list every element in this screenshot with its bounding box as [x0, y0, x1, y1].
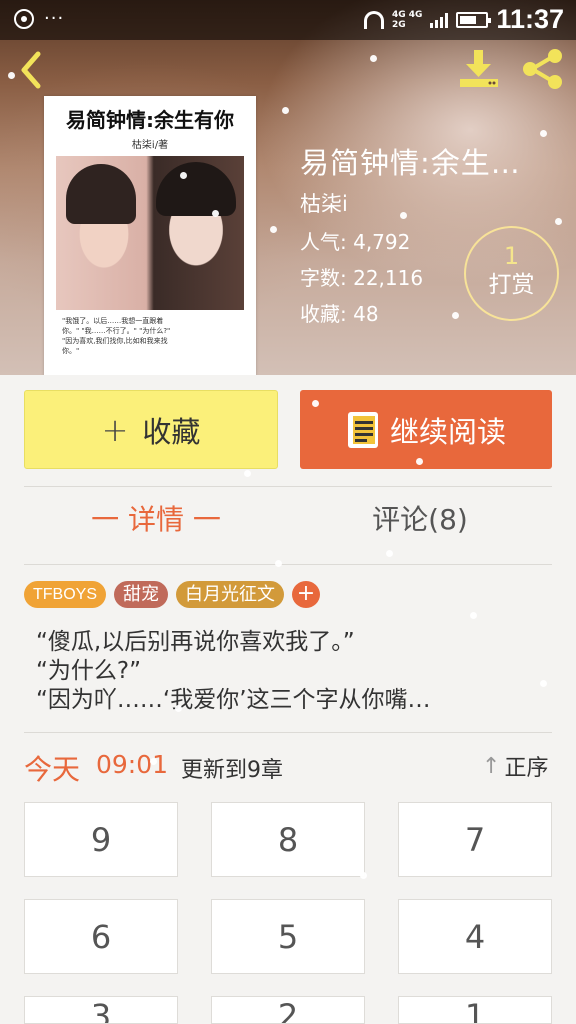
continue-reading-label: 继续阅读	[389, 414, 506, 449]
notification-icon	[14, 9, 34, 29]
arrow-up-icon: ↑	[482, 753, 501, 779]
snow-flake	[150, 758, 157, 765]
favorite-label: 收藏	[142, 414, 201, 449]
chapter-button[interactable]: 9	[24, 802, 178, 877]
favorites-stat: 收藏: 48	[300, 302, 379, 326]
book-title: 易简钟情:余生…	[300, 146, 521, 180]
status-bar: ··· 4G 4G 2G 11:37	[0, 0, 576, 40]
chapter-button[interactable]: 5	[211, 899, 365, 974]
plus-icon: +	[101, 410, 129, 449]
snow-flake	[275, 560, 282, 567]
share-icon	[523, 49, 562, 89]
snow-flake	[540, 680, 547, 687]
snow-flake	[180, 172, 187, 179]
snow-flake	[470, 612, 477, 619]
book-icon	[347, 411, 378, 448]
snow-flake	[540, 130, 547, 137]
reward-button[interactable]: 1 打赏	[464, 226, 559, 321]
cover-quote: "我饿了。以后……我想一直跟着你。" "我……不行了。" "为什么?" "因为喜…	[62, 317, 171, 355]
network-indicator: 4G 4G 2G	[392, 10, 422, 30]
share-button[interactable]	[520, 46, 566, 92]
continue-reading-button[interactable]: 继续阅读	[300, 390, 552, 469]
snow-flake	[370, 55, 377, 62]
snow-flake	[555, 218, 562, 225]
snow-flake	[212, 210, 219, 217]
snow-flake	[400, 212, 407, 219]
back-button[interactable]	[14, 48, 50, 92]
snow-flake	[282, 107, 289, 114]
back-icon	[21, 51, 41, 89]
tab-detail[interactable]: 一 详情 一	[24, 498, 288, 538]
cover-author: 枯柒i/著	[131, 140, 169, 151]
tab-comments[interactable]: 评论(8)	[288, 498, 552, 538]
download-icon	[460, 50, 498, 87]
tag-moonlight-contest[interactable]: 白月光征文	[176, 581, 285, 608]
more-notifications: ···	[44, 8, 65, 29]
divider	[24, 732, 552, 733]
book-header: ··· 4G 4G 2G 11:37 易简钟情:余生有你 枯柒i/著 "我饿了。…	[0, 0, 576, 375]
tag-list: TFBOYS 甜宠 白月光征文 +	[24, 581, 321, 608]
snow-flake	[416, 458, 423, 465]
chapter-button[interactable]: 4	[398, 899, 552, 974]
snow-flake	[175, 705, 182, 712]
tag-sweet-romance[interactable]: 甜宠	[114, 581, 169, 608]
divider	[24, 486, 552, 487]
snow-flake	[312, 400, 319, 407]
update-day: 今天	[24, 753, 81, 786]
snow-flake	[360, 872, 367, 879]
cover-illustration	[56, 156, 244, 310]
popularity-stat: 人气: 4,792	[300, 230, 411, 254]
sort-order-button[interactable]: ↑ 正序	[482, 750, 548, 782]
chapter-button[interactable]: 1	[398, 996, 552, 1024]
snow-flake	[152, 634, 159, 641]
chapter-button[interactable]: 2	[211, 996, 365, 1024]
network-label-bottom: 2G	[391, 19, 406, 30]
download-button[interactable]	[456, 46, 502, 92]
reward-label: 打赏	[488, 272, 535, 298]
battery-icon	[456, 11, 492, 28]
chapter-button[interactable]: 3	[24, 996, 178, 1024]
word-count-stat: 字数: 22,116	[300, 266, 424, 290]
snow-flake	[270, 226, 277, 233]
update-text: 更新到9章	[181, 758, 283, 783]
headphones-icon	[363, 10, 384, 29]
synopsis-line: “傻瓜,以后别再说你喜欢我了。”	[36, 629, 355, 655]
snow-flake	[345, 947, 352, 954]
tag-tfboys[interactable]: TFBOYS	[24, 581, 107, 608]
clock: 11:37	[496, 4, 564, 34]
chapter-button[interactable]: 8	[211, 802, 365, 877]
synopsis[interactable]: “傻瓜,以后别再说你喜欢我了。” “为什么?” “因为吖……‘我爱你’这三个字从…	[36, 628, 556, 715]
reward-count: 1	[503, 242, 520, 270]
synopsis-line: “因为吖……‘我爱你’这三个字从你嘴…	[36, 687, 431, 713]
book-cover[interactable]: 易简钟情:余生有你 枯柒i/著 "我饿了。以后……我想一直跟着你。" "我……不…	[44, 96, 256, 375]
chapter-button[interactable]: 6	[24, 899, 178, 974]
chapter-button[interactable]: 7	[398, 802, 552, 877]
cover-title: 易简钟情:余生有你	[66, 108, 234, 132]
network-label-top: 4G 4G	[391, 9, 423, 20]
snow-flake	[244, 470, 251, 477]
divider	[24, 564, 552, 565]
update-time: 09:01	[96, 750, 169, 779]
book-author[interactable]: 枯柒i	[300, 188, 348, 218]
snow-flake	[386, 550, 393, 557]
add-tag-button[interactable]: +	[292, 581, 321, 608]
snow-flake	[452, 312, 459, 319]
synopsis-line: “为什么?”	[36, 658, 142, 684]
add-to-favorites-button[interactable]: + 收藏	[24, 390, 278, 469]
sort-order-label: 正序	[504, 756, 549, 781]
snow-flake	[8, 72, 15, 79]
signal-icon	[430, 12, 449, 28]
